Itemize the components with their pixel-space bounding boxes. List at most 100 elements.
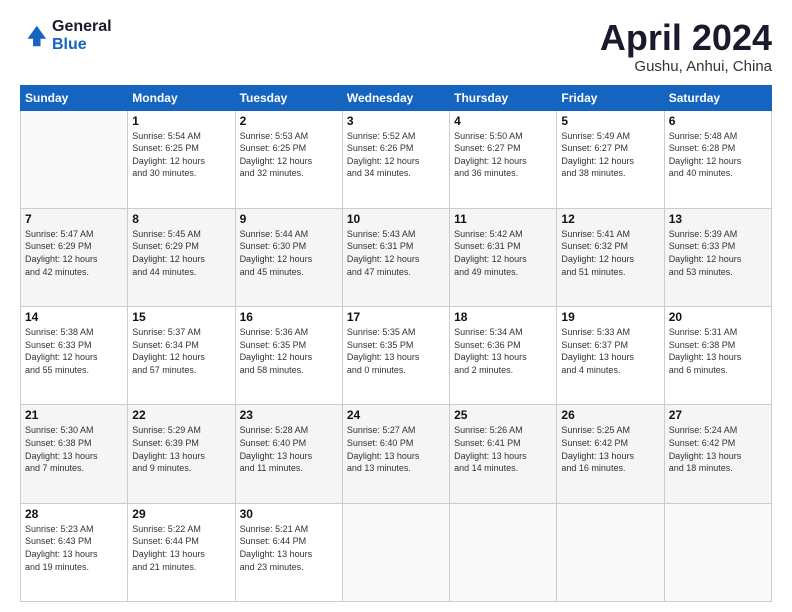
- day-number: 5: [561, 114, 659, 128]
- calendar-cell: 14 Sunrise: 5:38 AM Sunset: 6:33 PM Dayli…: [21, 307, 128, 405]
- page: General Blue April 2024 Gushu, Anhui, Ch…: [0, 0, 792, 612]
- day-number: 28: [25, 507, 123, 521]
- day-info: Sunrise: 5:26 AM Sunset: 6:41 PM Dayligh…: [454, 424, 552, 474]
- calendar-cell: 17 Sunrise: 5:35 AM Sunset: 6:35 PM Dayli…: [342, 307, 449, 405]
- day-info: Sunrise: 5:42 AM Sunset: 6:31 PM Dayligh…: [454, 228, 552, 278]
- calendar-cell: 11 Sunrise: 5:42 AM Sunset: 6:31 PM Dayli…: [450, 208, 557, 306]
- calendar-cell: 7 Sunrise: 5:47 AM Sunset: 6:29 PM Daylig…: [21, 208, 128, 306]
- day-header-wednesday: Wednesday: [342, 85, 449, 110]
- calendar-cell: 23Sunrise: 5:28 AM Sunset: 6:40 PM Dayli…: [235, 405, 342, 503]
- calendar-cell: 13Sunrise: 5:39 AM Sunset: 6:33 PM Dayli…: [664, 208, 771, 306]
- day-info: Sunrise: 5:25 AM Sunset: 6:42 PM Dayligh…: [561, 424, 659, 474]
- calendar-cell: 12 Sunrise: 5:41 AM Sunset: 6:32 PM Dayli…: [557, 208, 664, 306]
- day-info: Sunrise: 5:41 AM Sunset: 6:32 PM Dayligh…: [561, 228, 659, 278]
- subtitle: Gushu, Anhui, China: [600, 58, 772, 75]
- day-info: Sunrise: 5:37 AM Sunset: 6:34 PM Dayligh…: [132, 326, 230, 376]
- day-info: Sunrise: 5:31 AM Sunset: 6:38 PM Dayligh…: [669, 326, 767, 376]
- day-info: Sunrise: 5:22 AM Sunset: 6:44 PM Dayligh…: [132, 523, 230, 573]
- day-header-tuesday: Tuesday: [235, 85, 342, 110]
- calendar-cell: 26Sunrise: 5:25 AM Sunset: 6:42 PM Dayli…: [557, 405, 664, 503]
- day-number: 25: [454, 408, 552, 422]
- calendar-cell: [557, 503, 664, 601]
- day-number: 27: [669, 408, 767, 422]
- calendar-table: SundayMondayTuesdayWednesdayThursdayFrid…: [20, 85, 772, 602]
- calendar-cell: 25 Sunrise: 5:26 AM Sunset: 6:41 PM Dayli…: [450, 405, 557, 503]
- day-header-friday: Friday: [557, 85, 664, 110]
- calendar-cell: 30 Sunrise: 5:21 AM Sunset: 6:44 PM Dayli…: [235, 503, 342, 601]
- day-number: 14: [25, 310, 123, 324]
- day-info: Sunrise: 5:47 AM Sunset: 6:29 PM Dayligh…: [25, 228, 123, 278]
- day-number: 11: [454, 212, 552, 226]
- day-info: Sunrise: 5:30 AM Sunset: 6:38 PM Dayligh…: [25, 424, 123, 474]
- day-number: 20: [669, 310, 767, 324]
- logo-text: General Blue: [52, 18, 112, 54]
- day-number: 22: [132, 408, 230, 422]
- calendar-cell: 29 Sunrise: 5:22 AM Sunset: 6:44 PM Dayli…: [128, 503, 235, 601]
- day-info: Sunrise: 5:23 AM Sunset: 6:43 PM Dayligh…: [25, 523, 123, 573]
- day-info: Sunrise: 5:21 AM Sunset: 6:44 PM Dayligh…: [240, 523, 338, 573]
- day-info: Sunrise: 5:36 AM Sunset: 6:35 PM Dayligh…: [240, 326, 338, 376]
- day-info: Sunrise: 5:27 AM Sunset: 6:40 PM Dayligh…: [347, 424, 445, 474]
- day-info: Sunrise: 5:29 AM Sunset: 6:39 PM Dayligh…: [132, 424, 230, 474]
- calendar-cell: [21, 110, 128, 208]
- day-number: 13: [669, 212, 767, 226]
- day-number: 2: [240, 114, 338, 128]
- calendar-cell: 16 Sunrise: 5:36 AM Sunset: 6:35 PM Dayli…: [235, 307, 342, 405]
- day-number: 3: [347, 114, 445, 128]
- day-header-thursday: Thursday: [450, 85, 557, 110]
- calendar-cell: 10 Sunrise: 5:43 AM Sunset: 6:31 PM Dayli…: [342, 208, 449, 306]
- calendar-cell: 2 Sunrise: 5:53 AM Sunset: 6:25 PM Daylig…: [235, 110, 342, 208]
- calendar-cell: 6 Sunrise: 5:48 AM Sunset: 6:28 PM Daylig…: [664, 110, 771, 208]
- day-number: 17: [347, 310, 445, 324]
- day-info: Sunrise: 5:33 AM Sunset: 6:37 PM Dayligh…: [561, 326, 659, 376]
- day-number: 21: [25, 408, 123, 422]
- title-block: April 2024 Gushu, Anhui, China: [600, 18, 772, 75]
- day-number: 29: [132, 507, 230, 521]
- calendar-week-4: 21 Sunrise: 5:30 AM Sunset: 6:38 PM Dayli…: [21, 405, 772, 503]
- day-number: 9: [240, 212, 338, 226]
- calendar-cell: 20 Sunrise: 5:31 AM Sunset: 6:38 PM Dayli…: [664, 307, 771, 405]
- calendar-cell: 18Sunrise: 5:34 AM Sunset: 6:36 PM Dayli…: [450, 307, 557, 405]
- day-info: Sunrise: 5:43 AM Sunset: 6:31 PM Dayligh…: [347, 228, 445, 278]
- day-info: Sunrise: 5:53 AM Sunset: 6:25 PM Dayligh…: [240, 130, 338, 180]
- calendar-cell: 3 Sunrise: 5:52 AM Sunset: 6:26 PM Daylig…: [342, 110, 449, 208]
- day-info: Sunrise: 5:52 AM Sunset: 6:26 PM Dayligh…: [347, 130, 445, 180]
- calendar-cell: 5Sunrise: 5:49 AM Sunset: 6:27 PM Daylig…: [557, 110, 664, 208]
- day-info: Sunrise: 5:35 AM Sunset: 6:35 PM Dayligh…: [347, 326, 445, 376]
- day-info: Sunrise: 5:24 AM Sunset: 6:42 PM Dayligh…: [669, 424, 767, 474]
- day-info: Sunrise: 5:50 AM Sunset: 6:27 PM Dayligh…: [454, 130, 552, 180]
- day-number: 15: [132, 310, 230, 324]
- calendar-cell: 15 Sunrise: 5:37 AM Sunset: 6:34 PM Dayli…: [128, 307, 235, 405]
- calendar-week-1: 1Sunrise: 5:54 AM Sunset: 6:25 PM Daylig…: [21, 110, 772, 208]
- day-number: 4: [454, 114, 552, 128]
- calendar-cell: 1Sunrise: 5:54 AM Sunset: 6:25 PM Daylig…: [128, 110, 235, 208]
- day-number: 23: [240, 408, 338, 422]
- day-number: 30: [240, 507, 338, 521]
- calendar-cell: 24Sunrise: 5:27 AM Sunset: 6:40 PM Dayli…: [342, 405, 449, 503]
- month-title: April 2024: [600, 18, 772, 58]
- day-number: 7: [25, 212, 123, 226]
- day-info: Sunrise: 5:48 AM Sunset: 6:28 PM Dayligh…: [669, 130, 767, 180]
- day-info: Sunrise: 5:45 AM Sunset: 6:29 PM Dayligh…: [132, 228, 230, 278]
- calendar-cell: 27 Sunrise: 5:24 AM Sunset: 6:42 PM Dayli…: [664, 405, 771, 503]
- calendar-cell: [450, 503, 557, 601]
- header: General Blue April 2024 Gushu, Anhui, Ch…: [20, 18, 772, 75]
- calendar-cell: [342, 503, 449, 601]
- day-header-sunday: Sunday: [21, 85, 128, 110]
- calendar-week-3: 14 Sunrise: 5:38 AM Sunset: 6:33 PM Dayli…: [21, 307, 772, 405]
- day-number: 6: [669, 114, 767, 128]
- logo-icon: [20, 22, 48, 50]
- day-number: 10: [347, 212, 445, 226]
- day-header-monday: Monday: [128, 85, 235, 110]
- day-info: Sunrise: 5:34 AM Sunset: 6:36 PM Dayligh…: [454, 326, 552, 376]
- calendar-week-5: 28 Sunrise: 5:23 AM Sunset: 6:43 PM Dayli…: [21, 503, 772, 601]
- day-number: 12: [561, 212, 659, 226]
- day-number: 16: [240, 310, 338, 324]
- calendar-cell: 19 Sunrise: 5:33 AM Sunset: 6:37 PM Dayli…: [557, 307, 664, 405]
- calendar-week-2: 7 Sunrise: 5:47 AM Sunset: 6:29 PM Daylig…: [21, 208, 772, 306]
- day-number: 1: [132, 114, 230, 128]
- calendar-cell: 28 Sunrise: 5:23 AM Sunset: 6:43 PM Dayli…: [21, 503, 128, 601]
- calendar-cell: 4 Sunrise: 5:50 AM Sunset: 6:27 PM Daylig…: [450, 110, 557, 208]
- day-info: Sunrise: 5:38 AM Sunset: 6:33 PM Dayligh…: [25, 326, 123, 376]
- day-number: 19: [561, 310, 659, 324]
